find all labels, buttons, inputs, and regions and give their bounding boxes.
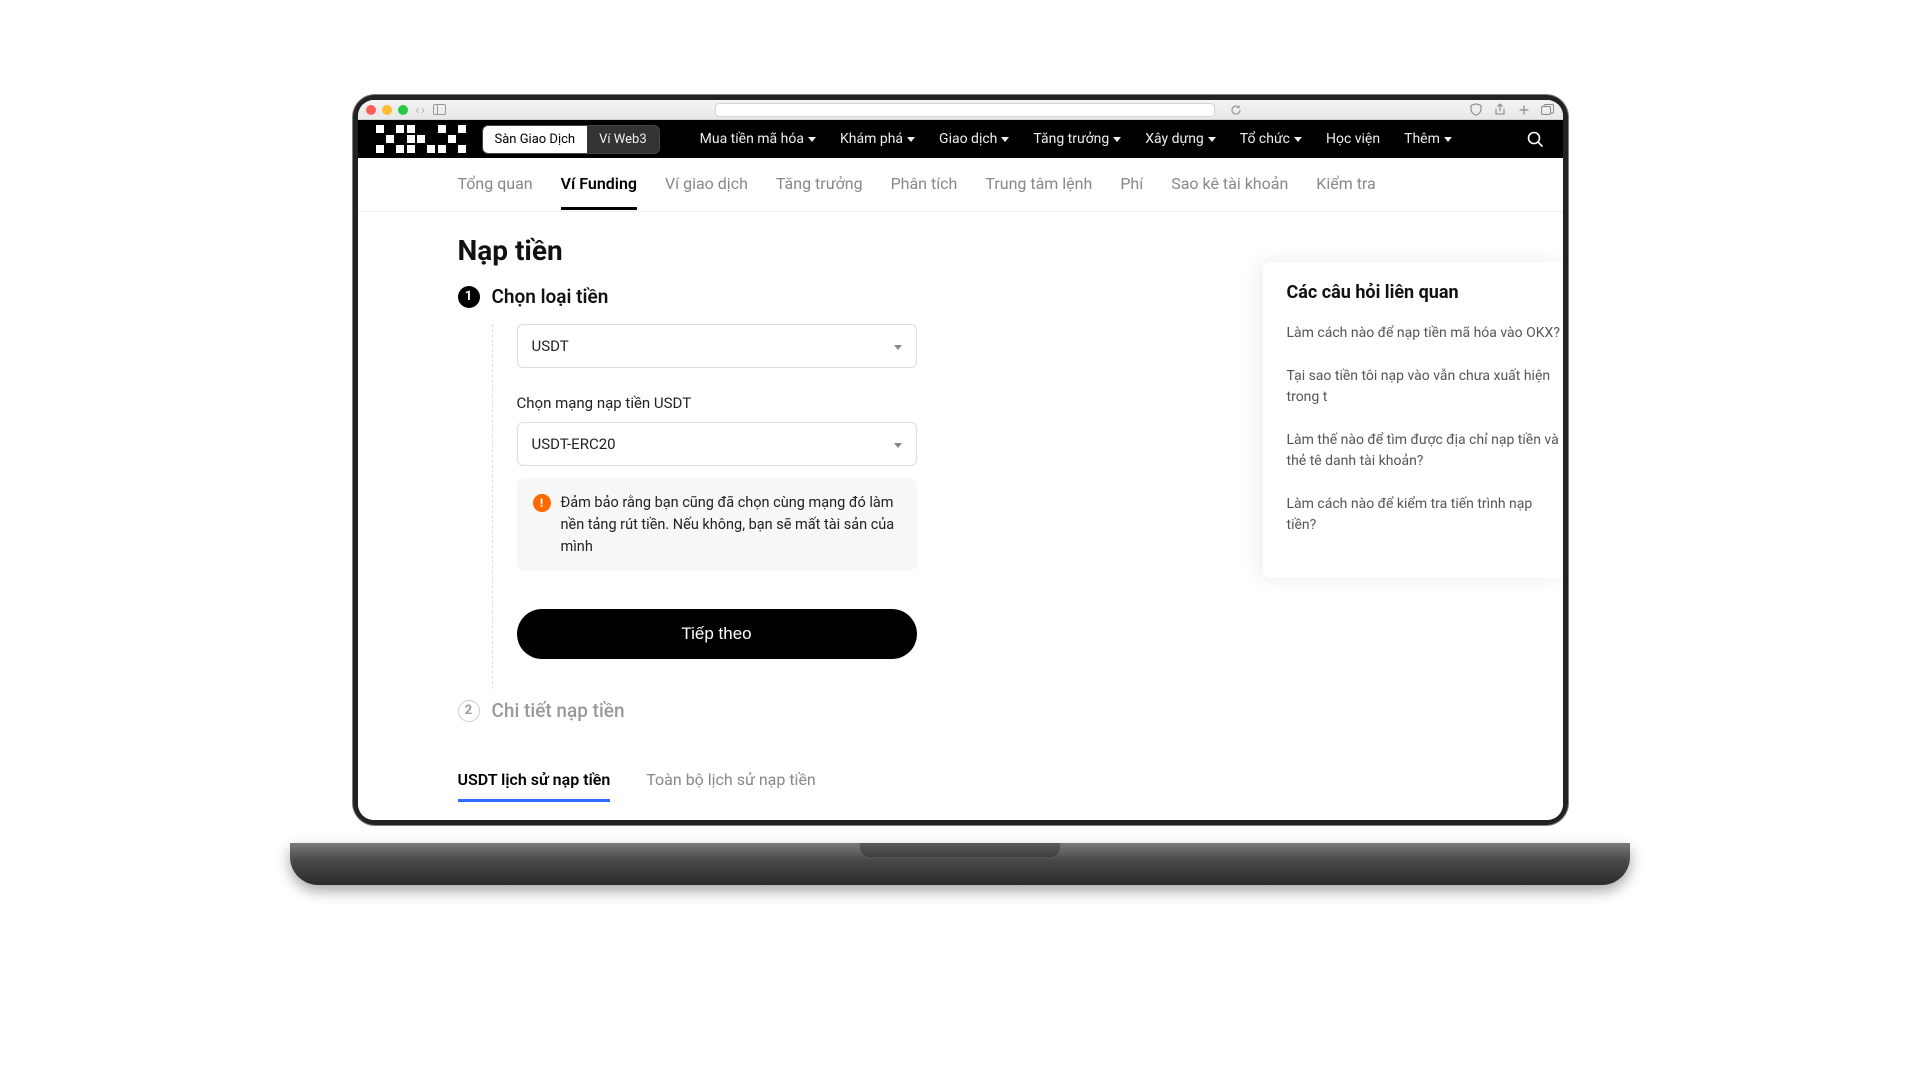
laptop-mockup: ‹ › (290, 95, 1630, 885)
subtab-statements[interactable]: Sao kê tài khoản (1171, 160, 1288, 210)
tab-exchange[interactable]: Sàn Giao Dịch (483, 126, 588, 153)
chevron-down-icon (1113, 137, 1121, 142)
product-switcher: Sàn Giao Dịch Ví Web3 (482, 125, 660, 154)
subtab-funding-wallet[interactable]: Ví Funding (561, 160, 637, 210)
nav-more[interactable]: Thêm (1404, 131, 1452, 147)
network-label: Chọn mạng nạp tiền USDT (517, 394, 1098, 412)
shield-icon[interactable] (1469, 103, 1483, 117)
subtab-trading-wallet[interactable]: Ví giao dịch (665, 160, 748, 210)
back-button[interactable]: ‹ (416, 103, 420, 117)
chevron-down-icon (1444, 137, 1452, 142)
nav-buy-crypto[interactable]: Mua tiền mã hóa (700, 131, 816, 147)
step-1-title: Chọn loại tiền (492, 285, 609, 308)
network-warning: ! Đảm bảo rằng bạn cũng đã chọn cùng mạn… (517, 478, 917, 571)
forward-button[interactable]: › (421, 103, 425, 117)
nav-grow[interactable]: Tăng trưởng (1033, 131, 1121, 147)
faq-item[interactable]: Làm cách nào để kiểm tra tiến trình nạp … (1287, 494, 1563, 536)
network-select[interactable]: USDT-ERC20 (517, 422, 917, 466)
page-content: Nạp tiền 1 Chọn loại tiền USDT Chọn mạng… (358, 212, 1563, 820)
nav-academy[interactable]: Học viện (1326, 131, 1380, 147)
sidebar-toggle-icon[interactable] (433, 103, 447, 117)
currency-value: USDT (532, 337, 569, 355)
subtab-overview[interactable]: Tổng quan (458, 160, 533, 210)
tabs-icon[interactable] (1541, 103, 1555, 117)
step-1-badge: 1 (458, 286, 480, 308)
chevron-down-icon (1001, 137, 1009, 142)
next-button[interactable]: Tiếp theo (517, 609, 917, 659)
maximize-window-icon[interactable] (398, 105, 408, 115)
nav-discover[interactable]: Khám phá (840, 131, 915, 147)
faq-item[interactable]: Làm cách nào để nạp tiền mã hóa vào OKX? (1287, 323, 1563, 344)
app-header: Sàn Giao Dịch Ví Web3 Mua tiền mã hóa Kh… (358, 120, 1563, 158)
new-tab-icon[interactable] (1517, 103, 1531, 117)
share-icon[interactable] (1493, 103, 1507, 117)
okx-logo[interactable] (376, 125, 466, 153)
screen-frame: ‹ › (353, 95, 1568, 825)
screen: ‹ › (358, 100, 1563, 820)
currency-select[interactable]: USDT (517, 324, 917, 368)
network-value: USDT-ERC20 (532, 435, 616, 453)
chevron-down-icon (907, 137, 915, 142)
step-2-badge: 2 (458, 700, 480, 722)
subtab-fees[interactable]: Phí (1120, 160, 1143, 210)
header-right (1525, 129, 1545, 149)
chevron-down-icon (894, 435, 902, 453)
nav-build[interactable]: Xây dựng (1145, 131, 1216, 147)
subtab-analytics[interactable]: Phân tích (891, 160, 958, 210)
faq-panel: Các câu hỏi liên quan Làm cách nào để nạ… (1263, 262, 1563, 578)
subtab-grow[interactable]: Tăng trưởng (776, 160, 863, 210)
warning-icon: ! (533, 494, 551, 512)
history-tab-all[interactable]: Toàn bộ lịch sử nạp tiền (646, 770, 815, 802)
history-tabs: USDT lịch sử nạp tiền Toàn bộ lịch sử nạ… (458, 770, 1098, 802)
account-sub-tabs: Tổng quan Ví Funding Ví giao dịch Tăng t… (358, 158, 1563, 212)
subtab-order-center[interactable]: Trung tâm lệnh (985, 160, 1092, 210)
nav-trade[interactable]: Giao dịch (939, 131, 1009, 147)
faq-item[interactable]: Tại sao tiền tôi nạp vào vẫn chưa xuất h… (1287, 366, 1563, 408)
laptop-base (290, 843, 1630, 885)
step-1-form: USDT Chọn mạng nạp tiền USDT USDT-ERC20 … (492, 324, 1098, 689)
chevron-down-icon (808, 137, 816, 142)
subtab-verify[interactable]: Kiểm tra (1316, 160, 1375, 210)
chevron-down-icon (894, 337, 902, 355)
minimize-window-icon[interactable] (382, 105, 392, 115)
chevron-down-icon (1208, 137, 1216, 142)
tab-web3-wallet[interactable]: Ví Web3 (587, 126, 659, 153)
close-window-icon[interactable] (366, 105, 376, 115)
chevron-down-icon (1294, 137, 1302, 142)
step-2-header: 2 Chi tiết nạp tiền (458, 699, 1098, 722)
window-controls (366, 105, 408, 115)
step-1-header: 1 Chọn loại tiền (458, 285, 1098, 308)
history-tab-currency[interactable]: USDT lịch sử nạp tiền (458, 770, 611, 802)
warning-text: Đảm bảo rằng bạn cũng đã chọn cùng mạng … (561, 492, 901, 557)
url-bar[interactable] (715, 103, 1215, 117)
page-title: Nạp tiền (458, 234, 1098, 267)
chrome-toolbar-right (1469, 103, 1555, 117)
step-2-title: Chi tiết nạp tiền (492, 699, 625, 722)
browser-chrome: ‹ › (358, 100, 1563, 120)
deposit-main: Nạp tiền 1 Chọn loại tiền USDT Chọn mạng… (458, 234, 1098, 820)
faq-title: Các câu hỏi liên quan (1287, 282, 1563, 303)
faq-item[interactable]: Làm thế nào để tìm được địa chỉ nạp tiền… (1287, 430, 1563, 472)
search-icon[interactable] (1525, 129, 1545, 149)
reload-icon[interactable] (1229, 103, 1243, 117)
main-nav: Mua tiền mã hóa Khám phá Giao dịch Tăng … (700, 131, 1452, 147)
nav-arrows: ‹ › (416, 103, 425, 117)
nav-institutional[interactable]: Tổ chức (1240, 131, 1302, 147)
